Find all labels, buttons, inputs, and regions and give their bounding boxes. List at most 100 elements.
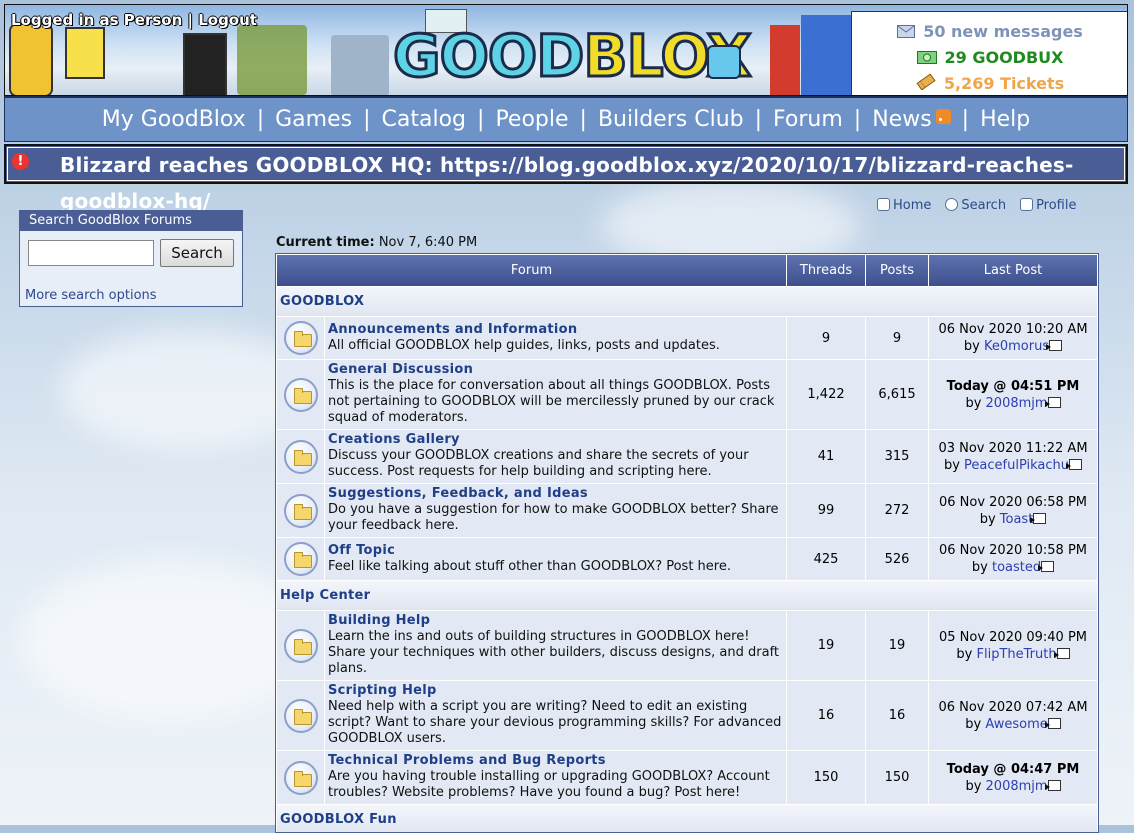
forum-description: All official GOODBLOX help guides, links… — [328, 337, 720, 353]
last-post-cell: 03 Nov 2020 11:22 AM by PeacefulPikachu — [929, 430, 1097, 483]
thread-count: 16 — [787, 681, 865, 750]
go-to-post-icon[interactable] — [1038, 561, 1055, 572]
forum-row: Off Topic Feel like talking about stuff o… — [277, 538, 1097, 580]
forum-description: Discuss your GOODBLOX creations and shar… — [328, 448, 749, 479]
forum-title-link[interactable]: General Discussion — [328, 362, 784, 378]
category-link[interactable]: GOODBLOX — [280, 294, 364, 309]
last-post-cell: Today @ 04:51 PM by 2008mjm — [929, 360, 1097, 429]
current-time-value: Nov 7, 6:40 PM — [378, 235, 478, 250]
go-to-post-icon[interactable] — [1044, 396, 1061, 408]
home-icon — [877, 198, 890, 211]
smiley-icon — [707, 45, 741, 79]
forum-title-link[interactable]: Scripting Help — [328, 683, 784, 699]
last-post-user[interactable]: toasted — [992, 560, 1041, 575]
table-header-row: Forum Threads Posts Last Post — [277, 255, 1097, 286]
avatar-figure — [65, 27, 105, 79]
current-time-label: Current time: — [276, 235, 375, 250]
search-link[interactable]: Search — [945, 198, 1006, 213]
last-post-user[interactable]: Ke0morus — [984, 339, 1049, 354]
last-post-date: 06 Nov 2020 07:42 AM — [938, 699, 1088, 715]
nav-news[interactable]: News — [872, 107, 931, 132]
search-button[interactable]: Search — [160, 239, 234, 267]
messages-link[interactable]: 50 new messages — [923, 22, 1083, 41]
tickets-row[interactable]: 5,269 Tickets — [852, 72, 1127, 95]
nav-separator: | — [579, 107, 587, 132]
folder-icon — [283, 321, 318, 355]
rss-icon[interactable] — [935, 109, 951, 124]
messages-row[interactable]: 50 new messages — [852, 20, 1127, 44]
folder-icon — [283, 542, 318, 576]
forum-row: General Discussion This is the place for … — [277, 360, 1097, 429]
last-post-user[interactable]: 2008mjm — [986, 779, 1048, 794]
nav-separator: | — [477, 107, 485, 132]
go-to-post-icon[interactable] — [1044, 717, 1061, 729]
scenery-block — [237, 25, 307, 95]
folder-icon — [283, 439, 318, 474]
forum-search-input[interactable] — [28, 240, 154, 266]
goodbux-row[interactable]: 29 GOODBUX — [852, 46, 1127, 70]
last-post-cell: 06 Nov 2020 10:58 PM by toasted — [929, 538, 1097, 580]
folder-icon — [283, 628, 318, 663]
thread-count: 1,422 — [787, 360, 865, 429]
login-status: Logged in as Person | Logout — [11, 11, 257, 29]
logout-link[interactable]: Logout — [198, 11, 257, 29]
nav-people[interactable]: People — [495, 107, 568, 132]
forum-title-link[interactable]: Technical Problems and Bug Reports — [328, 753, 784, 769]
goodblox-logo[interactable]: GOODBLOX — [391, 26, 752, 87]
last-post-user[interactable]: 2008mjm — [986, 396, 1048, 411]
go-to-post-icon[interactable] — [1046, 340, 1063, 351]
forum-description: Learn the ins and outs of building struc… — [328, 629, 780, 676]
last-post-user[interactable]: Awesome — [985, 717, 1047, 732]
last-post-by: by — [965, 395, 982, 411]
nav-forum[interactable]: Forum — [773, 107, 843, 132]
post-count: 16 — [866, 681, 928, 750]
last-post-by: by — [963, 339, 980, 354]
announcement-bar: ! Blizzard reaches GOODBLOX HQ: https://… — [4, 144, 1128, 213]
go-to-post-icon[interactable] — [1030, 512, 1047, 524]
forum-title-link[interactable]: Suggestions, Feedback, and Ideas — [328, 486, 784, 502]
col-threads: Threads — [787, 255, 865, 286]
user-stats-box: 50 new messages 29 GOODBUX 5,269 Tickets — [851, 11, 1127, 95]
forum-row: Building Help Learn the ins and outs of b… — [277, 611, 1097, 680]
profile-link[interactable]: Profile — [1020, 198, 1076, 213]
forum-title-link[interactable]: Announcements and Information — [328, 322, 784, 338]
home-link[interactable]: Home — [877, 198, 931, 213]
forum-row: Scripting Help Need help with a script yo… — [277, 681, 1097, 750]
tickets-link[interactable]: 5,269 Tickets — [944, 74, 1064, 93]
nav-games[interactable]: Games — [275, 107, 352, 132]
avatar-figure — [183, 33, 227, 95]
goodbux-link[interactable]: 29 GOODBUX — [945, 48, 1064, 67]
last-post-user[interactable]: FlipTheTruth — [977, 647, 1057, 662]
forum-title-link[interactable]: Creations Gallery — [328, 432, 784, 448]
nav-catalog[interactable]: Catalog — [382, 107, 467, 132]
post-count: 6,615 — [866, 360, 928, 429]
last-post-user[interactable]: Toast — [1000, 512, 1034, 527]
nav-separator: | — [754, 107, 763, 132]
nav-help[interactable]: Help — [980, 107, 1030, 132]
go-to-post-icon[interactable] — [1066, 458, 1083, 470]
last-post-cell: Today @ 04:47 PM by 2008mjm — [929, 751, 1097, 804]
login-text: Logged in as Person — [11, 11, 183, 29]
forum-title-link[interactable]: Building Help — [328, 613, 784, 629]
last-post-user[interactable]: PeacefulPikachu — [964, 458, 1069, 473]
forum-row: Suggestions, Feedback, and Ideas Do you h… — [277, 484, 1097, 537]
last-post-by: by — [943, 457, 960, 473]
post-count: 526 — [866, 538, 928, 580]
scenery-block — [770, 25, 800, 95]
thread-count: 425 — [787, 538, 865, 580]
more-search-options-link[interactable]: More search options — [25, 288, 157, 303]
post-count: 19 — [866, 611, 928, 680]
forum-description: Need help with a script you are writing?… — [328, 699, 782, 746]
forum-row: Technical Problems and Bug Reports Are yo… — [277, 751, 1097, 804]
forum-title-link[interactable]: Off Topic — [328, 543, 784, 559]
go-to-post-icon[interactable] — [1044, 779, 1061, 791]
go-to-post-icon[interactable] — [1053, 647, 1070, 659]
alert-icon: ! — [12, 153, 29, 170]
nav-builders-club[interactable]: Builders Club — [598, 107, 744, 132]
site-banner: Logged in as Person | Logout GOODBLOX 50… — [4, 4, 1128, 96]
main-nav: My GoodBlox | Games | Catalog | People | Builder… — [4, 96, 1128, 142]
nav-my-goodblox[interactable]: My GoodBlox — [102, 107, 246, 132]
home-link-label: Home — [893, 198, 932, 213]
category-link[interactable]: Help Center — [280, 588, 370, 603]
search-panel-title: Search GoodBlox Forums — [20, 211, 242, 231]
